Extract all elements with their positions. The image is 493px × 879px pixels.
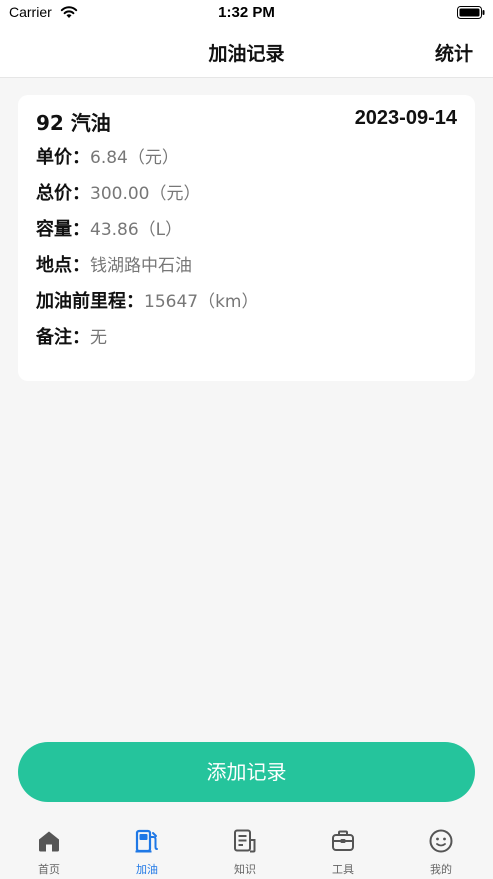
tab-label: 我的 xyxy=(430,863,452,876)
field-value: 43.86（L） xyxy=(90,220,183,240)
field-label: 单价： xyxy=(36,147,90,168)
odometer-row: 加油前里程：15647（km） xyxy=(36,287,258,313)
tab-knowledge[interactable]: 知识 xyxy=(196,818,294,879)
field-label: 备注： xyxy=(36,327,90,348)
navigation-bar: 加油记录 统计 xyxy=(0,26,493,78)
field-label: 地点： xyxy=(36,255,90,276)
tab-tools[interactable]: 工具 xyxy=(294,818,392,879)
note-row: 备注：无 xyxy=(36,323,107,349)
volume-row: 容量：43.86（L） xyxy=(36,215,182,241)
tab-profile[interactable]: 我的 xyxy=(392,818,490,879)
add-record-button[interactable]: 添加记录 xyxy=(18,742,475,802)
field-label: 总价： xyxy=(36,183,90,204)
field-value: 15647（km） xyxy=(144,292,259,312)
tab-fuel[interactable]: 加油 xyxy=(98,818,196,879)
page-title: 加油记录 xyxy=(208,43,285,65)
tab-home[interactable]: 首页 xyxy=(0,818,98,879)
unit-price-row: 单价：6.84（元） xyxy=(36,143,179,169)
fuel-pump-icon xyxy=(135,829,158,853)
toolbox-icon xyxy=(332,830,354,851)
field-label: 容量： xyxy=(36,219,90,240)
record-date: 2023-09-14 xyxy=(354,107,457,129)
tab-label: 加油 xyxy=(136,863,158,876)
field-value: 6.84（元） xyxy=(90,148,179,168)
tab-bar: 首页 加油 知识 工具 我的 xyxy=(0,818,493,879)
profile-face-icon xyxy=(429,829,453,853)
tab-label: 工具 xyxy=(332,863,354,876)
fuel-record-card[interactable]: 92 汽油 2023-09-14 单价：6.84（元） 总价：300.00（元）… xyxy=(18,95,475,381)
field-value: 300.00（元） xyxy=(90,184,201,204)
home-icon xyxy=(39,831,59,852)
tab-label: 首页 xyxy=(38,863,60,876)
status-bar: Carrier 1:32 PM xyxy=(0,0,493,26)
location-row: 地点：钱湖路中石油 xyxy=(36,251,192,277)
document-icon xyxy=(234,829,256,853)
tab-label: 知识 xyxy=(234,863,256,876)
field-value: 钱湖路中石油 xyxy=(90,256,192,276)
status-time: 1:32 PM xyxy=(218,4,275,21)
record-header: 92 汽油 2023-09-14 xyxy=(36,107,457,135)
field-label: 加油前里程： xyxy=(36,291,144,312)
field-value: 无 xyxy=(90,328,107,348)
total-price-row: 总价：300.00（元） xyxy=(36,179,200,205)
fuel-type: 92 汽油 xyxy=(36,111,111,135)
battery-icon xyxy=(457,6,485,19)
statistics-button[interactable]: 统计 xyxy=(435,39,473,66)
